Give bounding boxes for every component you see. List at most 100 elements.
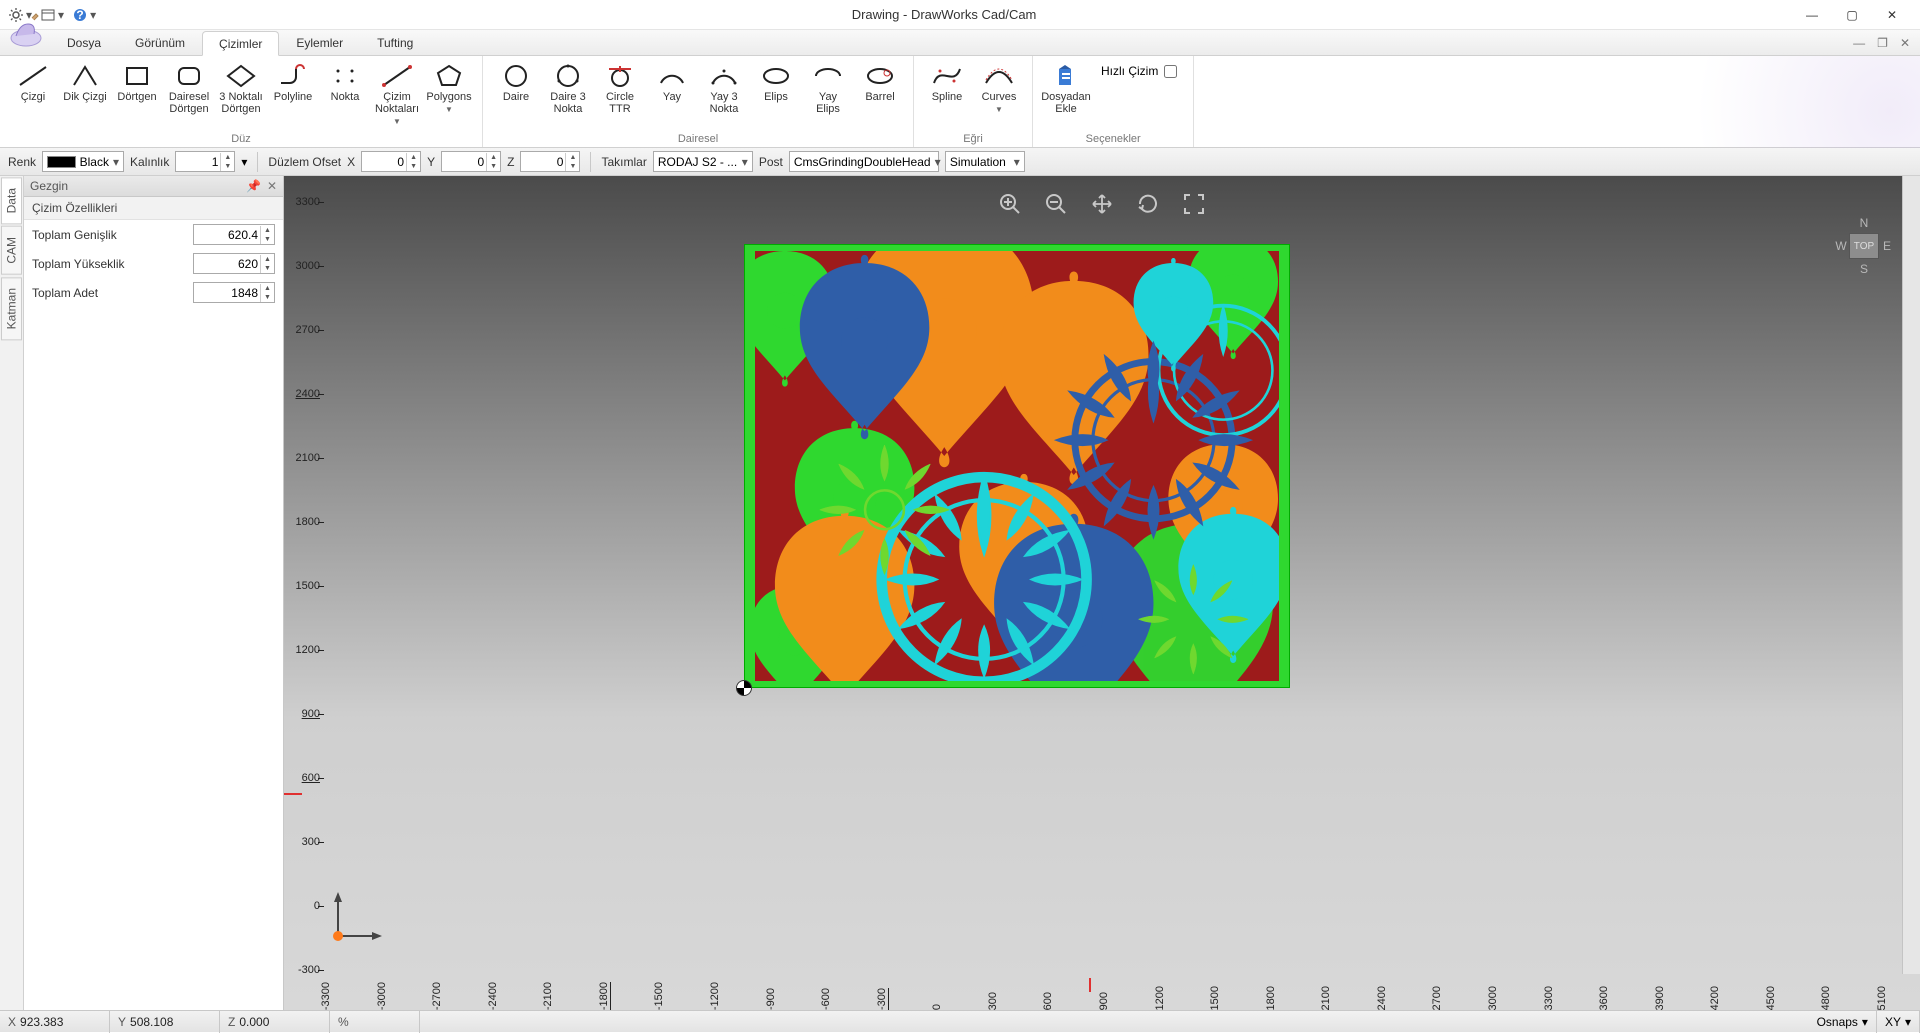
cizim-noktalari-icon (380, 63, 414, 89)
ribbon-dortgen[interactable]: Dörtgen (112, 60, 162, 106)
property-value-input[interactable]: ▲▼ (193, 282, 275, 303)
view-tools (996, 190, 1208, 218)
ribbon-barrel[interactable]: Barrel (855, 60, 905, 106)
mdi-controls: — ❐ ✕ (1849, 30, 1920, 55)
drawing-properties-header: Çizim Özellikleri (24, 197, 283, 220)
mdi-close[interactable]: ✕ (1896, 36, 1914, 50)
window-title: Drawing - DrawWorks Cad/Cam (96, 7, 1792, 22)
ribbon-curves[interactable]: Curves▼ (974, 60, 1024, 119)
osnap-toggle[interactable]: Osnaps ▾ (1809, 1011, 1877, 1033)
close-button[interactable]: ✕ (1872, 1, 1912, 29)
ribbon-yay-elips[interactable]: Yay Elips (803, 60, 853, 118)
canvas[interactable]: N WTOPE S (284, 176, 1920, 1010)
mdi-restore[interactable]: ❐ (1873, 36, 1892, 50)
thickness-label: Kalınlık (130, 155, 169, 169)
property-row: Toplam Adet▲▼ (24, 278, 283, 307)
statusbar: X923.383 Y508.108 Z0.000 % Osnaps ▾ XY ▾ (0, 1010, 1920, 1032)
gezgin-panel: Gezgin 📌 ✕ Çizim Özellikleri Toplam Geniş… (24, 176, 284, 1010)
property-value-input[interactable]: ▲▼ (193, 253, 275, 274)
dortgen-icon (120, 63, 154, 89)
pan-icon[interactable] (1088, 190, 1116, 218)
status-y: 508.108 (130, 1015, 190, 1029)
ribbon-polygons[interactable]: Polygons▼ (424, 60, 474, 119)
ribbon-yay[interactable]: Yay (647, 60, 697, 106)
yay-3-nokta-icon (707, 63, 741, 89)
ribbon-circle-ttr[interactable]: Circle TTR (595, 60, 645, 118)
fit-icon[interactable] (1180, 190, 1208, 218)
options-toolbar: Renk Black▾ Kalınlık ▲▼ ▾ Düzlem Ofset X… (0, 148, 1920, 176)
horizontal-ruler: -3300-3000-2700-2400-2100-1800-1500-1200… (320, 974, 1894, 1010)
minimize-button[interactable]: — (1792, 1, 1832, 29)
ribbon-cizgi[interactable]: Çizgi (8, 60, 58, 106)
panel-close-icon[interactable]: ✕ (267, 179, 277, 193)
menu-tab-eylemler[interactable]: Eylemler (279, 30, 360, 55)
plane-toggle[interactable]: XY ▾ (1877, 1011, 1920, 1033)
view-cube[interactable]: N WTOPE S (1834, 216, 1894, 276)
ribbon-daire[interactable]: Daire (491, 60, 541, 106)
side-tab-data[interactable]: Data (1, 177, 22, 224)
dosyadan-ekle-icon (1049, 63, 1083, 89)
offset-y-input[interactable]: ▲▼ (441, 151, 501, 172)
ribbon-daire-3-nokta[interactable]: Daire 3 Nokta (543, 60, 593, 118)
color-select[interactable]: Black▾ (42, 151, 124, 172)
help-icon[interactable]: ?▾ (72, 7, 96, 23)
offset-z-input[interactable]: ▲▼ (520, 151, 580, 172)
axis-gizmo (324, 890, 384, 950)
menu-tab-tufting[interactable]: Tufting (360, 30, 430, 55)
ribbon-uc-noktali-dortgen[interactable]: 3 Noktalı Dörtgen (216, 60, 266, 118)
menu-tab-görünüm[interactable]: Görünüm (118, 30, 202, 55)
offset-x-input[interactable]: ▲▼ (361, 151, 421, 172)
teams-label: Takımlar (601, 155, 646, 169)
zoom-out-icon[interactable] (1042, 190, 1070, 218)
gezgin-titlebar: Gezgin 📌 ✕ (24, 176, 283, 197)
ribbon: ÇizgiDik ÇizgiDörtgenDairesel Dörtgen3 N… (0, 56, 1920, 148)
mdi-minimize[interactable]: — (1849, 36, 1869, 50)
elips-icon (759, 63, 793, 89)
workspace: DataCAMKatman Gezgin 📌 ✕ Çizim Özellikler… (0, 176, 1920, 1010)
daire-3-nokta-icon (551, 63, 585, 89)
status-x: 923.383 (20, 1015, 80, 1029)
ribbon-dairesel-dortgen[interactable]: Dairesel Dörtgen (164, 60, 214, 118)
thickness-dd[interactable]: ▾ (241, 155, 247, 169)
side-tab-katman[interactable]: Katman (1, 277, 22, 340)
yay-icon (655, 63, 689, 89)
polygons-icon (432, 63, 466, 89)
ribbon-yay-3-nokta[interactable]: Yay 3 Nokta (699, 60, 749, 118)
view-cube-top[interactable]: TOP (1849, 233, 1879, 259)
dairesel-dortgen-icon (172, 63, 206, 89)
thickness-input[interactable]: ▲▼ (175, 151, 235, 172)
daire-icon (499, 63, 533, 89)
ribbon-polyline[interactable]: Polyline (268, 60, 318, 106)
ribbon-nokta[interactable]: Nokta (320, 60, 370, 106)
orbit-icon[interactable] (1134, 190, 1162, 218)
quick-draw-checkbox[interactable]: Hızlı Çizim (1093, 60, 1185, 82)
zoom-in-icon[interactable] (996, 190, 1024, 218)
property-row: Toplam Genişlik▲▼ (24, 220, 283, 249)
side-tab-cam[interactable]: CAM (1, 226, 22, 275)
property-value-input[interactable]: ▲▼ (193, 224, 275, 245)
color-swatch (47, 156, 76, 168)
teams-select[interactable]: RODAJ S2 - ...▾ (653, 151, 753, 172)
menubar: DosyaGörünümÇizimlerEylemlerTufting — ❐ … (0, 30, 1920, 56)
maximize-button[interactable]: ▢ (1832, 1, 1872, 29)
ribbon-spline[interactable]: Spline (922, 60, 972, 106)
circle-ttr-icon (603, 63, 637, 89)
menu-tab-dosya[interactable]: Dosya (50, 30, 118, 55)
dik-cizgi-icon (68, 63, 102, 89)
ribbon-dosyadan-ekle[interactable]: Dosyadan Ekle (1041, 60, 1091, 118)
curves-icon (982, 63, 1016, 89)
gezgin-title: Gezgin (30, 179, 68, 193)
pin-icon[interactable]: 📌 (246, 179, 261, 193)
ribbon-dik-cizgi[interactable]: Dik Çizgi (60, 60, 110, 106)
menu-tab-çizimler[interactable]: Çizimler (202, 31, 279, 56)
status-z: 0.000 (239, 1015, 299, 1029)
color-label: Renk (8, 155, 36, 169)
titlebar: ▾ ▾ ?▾ Drawing - DrawWorks Cad/Cam — ▢ ✕ (0, 0, 1920, 30)
barrel-icon (863, 63, 897, 89)
ribbon-cizim-noktalari[interactable]: Çizim Noktaları▼ (372, 60, 422, 131)
vertical-scrollbar[interactable] (1902, 176, 1920, 974)
post-label: Post (759, 155, 783, 169)
ribbon-elips[interactable]: Elips (751, 60, 801, 106)
simulation-select[interactable]: Simulation▾ (945, 151, 1025, 172)
post-select[interactable]: CmsGrindingDoubleHead▾ (789, 151, 939, 172)
